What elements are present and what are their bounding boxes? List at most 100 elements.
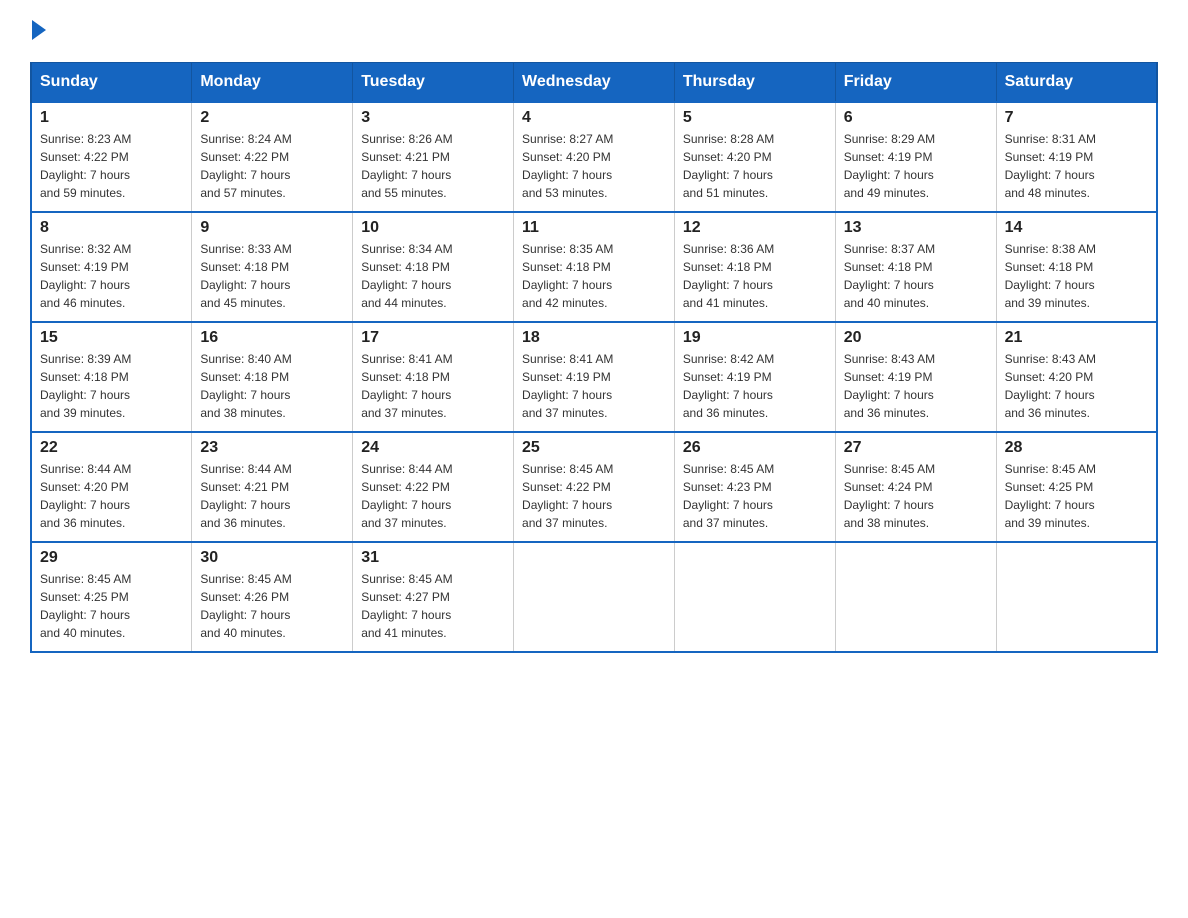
day-info: Sunrise: 8:45 AMSunset: 4:24 PMDaylight:… (844, 460, 988, 532)
day-info: Sunrise: 8:40 AMSunset: 4:18 PMDaylight:… (200, 350, 344, 422)
day-cell (996, 542, 1157, 652)
day-info: Sunrise: 8:44 AMSunset: 4:22 PMDaylight:… (361, 460, 505, 532)
day-number: 13 (844, 219, 988, 237)
day-number: 19 (683, 329, 827, 347)
column-header-monday: Monday (192, 63, 353, 103)
day-number: 28 (1005, 439, 1148, 457)
day-info: Sunrise: 8:33 AMSunset: 4:18 PMDaylight:… (200, 240, 344, 312)
day-number: 3 (361, 109, 505, 127)
page-header (30, 20, 1158, 42)
day-number: 10 (361, 219, 505, 237)
column-header-friday: Friday (835, 63, 996, 103)
day-number: 27 (844, 439, 988, 457)
day-cell: 3 Sunrise: 8:26 AMSunset: 4:21 PMDaylight… (353, 102, 514, 212)
week-row-3: 15 Sunrise: 8:39 AMSunset: 4:18 PMDayligh… (31, 322, 1157, 432)
day-cell: 5Sunrise: 8:28 AMSunset: 4:20 PMDaylight… (674, 102, 835, 212)
day-cell: 19 Sunrise: 8:42 AMSunset: 4:19 PMDayligh… (674, 322, 835, 432)
day-number: 29 (40, 549, 183, 567)
day-info: Sunrise: 8:23 AMSunset: 4:22 PMDaylight:… (40, 130, 183, 202)
day-info: Sunrise: 8:41 AMSunset: 4:18 PMDaylight:… (361, 350, 505, 422)
day-number: 1 (40, 109, 183, 127)
day-number: 5 (683, 109, 827, 127)
day-cell: 28Sunrise: 8:45 AMSunset: 4:25 PMDayligh… (996, 432, 1157, 542)
day-info: Sunrise: 8:39 AMSunset: 4:18 PMDaylight:… (40, 350, 183, 422)
day-info: Sunrise: 8:35 AMSunset: 4:18 PMDaylight:… (522, 240, 666, 312)
day-number: 12 (683, 219, 827, 237)
day-cell: 12 Sunrise: 8:36 AMSunset: 4:18 PMDayligh… (674, 212, 835, 322)
day-info: Sunrise: 8:45 AMSunset: 4:23 PMDaylight:… (683, 460, 827, 532)
day-number: 31 (361, 549, 505, 567)
day-info: Sunrise: 8:45 AMSunset: 4:22 PMDaylight:… (522, 460, 666, 532)
logo (30, 20, 46, 42)
day-cell: 11 Sunrise: 8:35 AMSunset: 4:18 PMDayligh… (514, 212, 675, 322)
day-number: 22 (40, 439, 183, 457)
day-info: Sunrise: 8:37 AMSunset: 4:18 PMDaylight:… (844, 240, 988, 312)
day-cell: 16 Sunrise: 8:40 AMSunset: 4:18 PMDayligh… (192, 322, 353, 432)
day-number: 8 (40, 219, 183, 237)
day-number: 7 (1005, 109, 1148, 127)
day-cell: 27 Sunrise: 8:45 AMSunset: 4:24 PMDayligh… (835, 432, 996, 542)
week-row-1: 1 Sunrise: 8:23 AMSunset: 4:22 PMDaylight… (31, 102, 1157, 212)
header-row: SundayMondayTuesdayWednesdayThursdayFrid… (31, 63, 1157, 103)
day-number: 17 (361, 329, 505, 347)
day-cell: 1 Sunrise: 8:23 AMSunset: 4:22 PMDaylight… (31, 102, 192, 212)
day-cell (674, 542, 835, 652)
day-cell: 18 Sunrise: 8:41 AMSunset: 4:19 PMDayligh… (514, 322, 675, 432)
day-info: Sunrise: 8:42 AMSunset: 4:19 PMDaylight:… (683, 350, 827, 422)
day-cell: 9 Sunrise: 8:33 AMSunset: 4:18 PMDaylight… (192, 212, 353, 322)
day-cell: 26 Sunrise: 8:45 AMSunset: 4:23 PMDayligh… (674, 432, 835, 542)
day-info: Sunrise: 8:41 AMSunset: 4:19 PMDaylight:… (522, 350, 666, 422)
day-number: 16 (200, 329, 344, 347)
day-number: 2 (200, 109, 344, 127)
day-info: Sunrise: 8:32 AMSunset: 4:19 PMDaylight:… (40, 240, 183, 312)
day-cell: 14 Sunrise: 8:38 AMSunset: 4:18 PMDayligh… (996, 212, 1157, 322)
day-info: Sunrise: 8:44 AMSunset: 4:21 PMDaylight:… (200, 460, 344, 532)
day-number: 6 (844, 109, 988, 127)
day-cell: 15 Sunrise: 8:39 AMSunset: 4:18 PMDayligh… (31, 322, 192, 432)
day-cell: 7Sunrise: 8:31 AMSunset: 4:19 PMDaylight… (996, 102, 1157, 212)
day-info: Sunrise: 8:45 AMSunset: 4:25 PMDaylight:… (40, 570, 183, 642)
day-cell: 13 Sunrise: 8:37 AMSunset: 4:18 PMDayligh… (835, 212, 996, 322)
day-cell: 25 Sunrise: 8:45 AMSunset: 4:22 PMDayligh… (514, 432, 675, 542)
day-cell: 22 Sunrise: 8:44 AMSunset: 4:20 PMDayligh… (31, 432, 192, 542)
day-cell: 21 Sunrise: 8:43 AMSunset: 4:20 PMDayligh… (996, 322, 1157, 432)
day-info: Sunrise: 8:26 AMSunset: 4:21 PMDaylight:… (361, 130, 505, 202)
day-cell: 6 Sunrise: 8:29 AMSunset: 4:19 PMDaylight… (835, 102, 996, 212)
calendar-table: SundayMondayTuesdayWednesdayThursdayFrid… (30, 62, 1158, 653)
column-header-wednesday: Wednesday (514, 63, 675, 103)
day-info: Sunrise: 8:43 AMSunset: 4:20 PMDaylight:… (1005, 350, 1148, 422)
column-header-thursday: Thursday (674, 63, 835, 103)
day-info: Sunrise: 8:27 AMSunset: 4:20 PMDaylight:… (522, 130, 666, 202)
day-cell: 2Sunrise: 8:24 AMSunset: 4:22 PMDaylight… (192, 102, 353, 212)
day-number: 9 (200, 219, 344, 237)
day-cell: 8 Sunrise: 8:32 AMSunset: 4:19 PMDaylight… (31, 212, 192, 322)
day-number: 23 (200, 439, 344, 457)
day-number: 20 (844, 329, 988, 347)
day-info: Sunrise: 8:45 AMSunset: 4:26 PMDaylight:… (200, 570, 344, 642)
day-info: Sunrise: 8:43 AMSunset: 4:19 PMDaylight:… (844, 350, 988, 422)
day-number: 26 (683, 439, 827, 457)
day-number: 18 (522, 329, 666, 347)
day-number: 14 (1005, 219, 1148, 237)
day-cell: 23 Sunrise: 8:44 AMSunset: 4:21 PMDayligh… (192, 432, 353, 542)
day-cell: 17 Sunrise: 8:41 AMSunset: 4:18 PMDayligh… (353, 322, 514, 432)
day-cell (514, 542, 675, 652)
day-cell: 24 Sunrise: 8:44 AMSunset: 4:22 PMDayligh… (353, 432, 514, 542)
day-info: Sunrise: 8:44 AMSunset: 4:20 PMDaylight:… (40, 460, 183, 532)
day-number: 21 (1005, 329, 1148, 347)
day-number: 25 (522, 439, 666, 457)
column-header-saturday: Saturday (996, 63, 1157, 103)
day-number: 30 (200, 549, 344, 567)
week-row-2: 8 Sunrise: 8:32 AMSunset: 4:19 PMDaylight… (31, 212, 1157, 322)
day-info: Sunrise: 8:36 AMSunset: 4:18 PMDaylight:… (683, 240, 827, 312)
day-info: Sunrise: 8:45 AMSunset: 4:27 PMDaylight:… (361, 570, 505, 642)
day-number: 11 (522, 219, 666, 237)
day-cell: 20 Sunrise: 8:43 AMSunset: 4:19 PMDayligh… (835, 322, 996, 432)
day-number: 15 (40, 329, 183, 347)
day-cell: 4 Sunrise: 8:27 AMSunset: 4:20 PMDaylight… (514, 102, 675, 212)
day-cell: 10Sunrise: 8:34 AMSunset: 4:18 PMDayligh… (353, 212, 514, 322)
day-info: Sunrise: 8:29 AMSunset: 4:19 PMDaylight:… (844, 130, 988, 202)
day-info: Sunrise: 8:38 AMSunset: 4:18 PMDaylight:… (1005, 240, 1148, 312)
day-number: 24 (361, 439, 505, 457)
day-number: 4 (522, 109, 666, 127)
